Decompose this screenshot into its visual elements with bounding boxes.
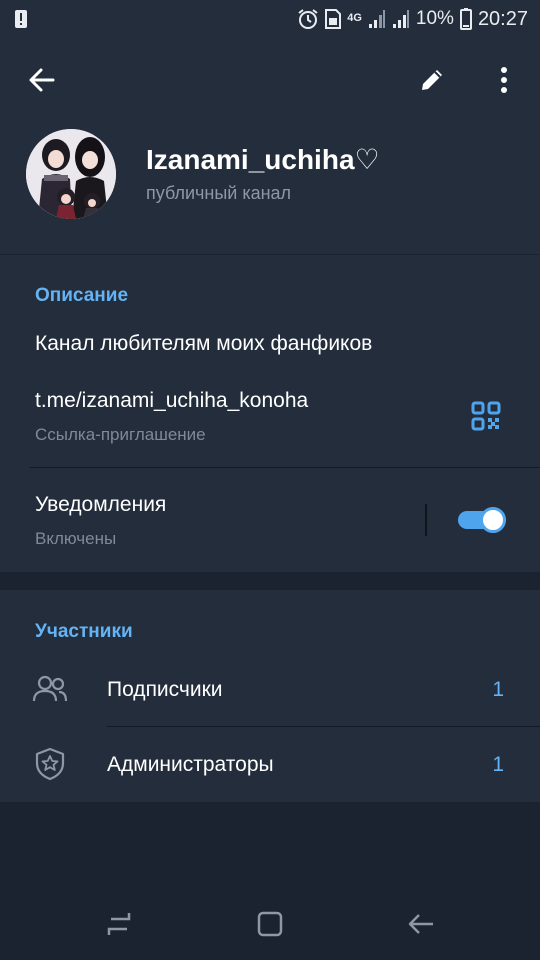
signal-icon-2 — [392, 9, 410, 29]
qr-code-icon — [471, 401, 501, 431]
channel-avatar[interactable] — [26, 129, 116, 219]
channel-header: Izanami_uchiha♡ публичный канал — [0, 38, 540, 254]
battery-icon — [459, 8, 472, 30]
recent-apps-icon — [107, 913, 131, 935]
administrators-label: Администраторы — [107, 753, 274, 776]
status-bar: 4G 10% 20:27 — [0, 0, 540, 38]
administrators-count: 1 — [492, 753, 504, 776]
signal-icon — [368, 9, 386, 29]
edit-button[interactable] — [410, 58, 454, 102]
shield-star-icon — [30, 744, 70, 784]
channel-title: Izanami_uchiha♡ — [146, 144, 380, 175]
battery-percent: 10% — [415, 8, 454, 29]
channel-type: публичный канал — [146, 183, 292, 203]
members-section: Участники Подписчики 1 Администраторы 1 — [0, 590, 540, 802]
toggle-knob — [480, 507, 506, 533]
back-button[interactable] — [20, 58, 64, 102]
toggle-separator — [425, 504, 427, 536]
description-text[interactable]: Канал любителям моих фанфиков — [35, 332, 372, 356]
warning-notification-icon — [14, 9, 28, 29]
clock: 20:27 — [477, 7, 528, 30]
arrow-left-icon — [408, 914, 433, 934]
qr-code-button[interactable] — [464, 394, 508, 438]
notifications-state: Включены — [35, 529, 117, 548]
avatar-image — [26, 129, 116, 219]
more-menu-button[interactable] — [482, 58, 526, 102]
info-section: Описание Канал любителям моих фанфиков t… — [0, 254, 540, 572]
screen: 4G 10% 20:27 Izanami_uchiha♡ публичный к… — [0, 0, 540, 960]
notifications-label[interactable]: Уведомления — [35, 493, 166, 517]
more-vertical-icon — [501, 67, 507, 93]
network-type: 4G — [347, 11, 362, 24]
people-icon — [30, 669, 70, 709]
subscribers-count: 1 — [492, 678, 504, 701]
alarm-icon — [297, 8, 319, 30]
system-back-button[interactable] — [401, 904, 441, 944]
subscribers-label: Подписчики — [107, 678, 223, 701]
sim-card-icon — [325, 9, 342, 29]
divider — [30, 467, 540, 468]
pencil-icon — [422, 70, 442, 90]
recent-apps-button[interactable] — [99, 904, 139, 944]
invite-link-caption: Ссылка-приглашение — [35, 425, 206, 444]
system-navigation-bar — [0, 880, 540, 960]
members-section-title: Участники — [35, 621, 133, 642]
notifications-toggle[interactable] — [456, 505, 508, 535]
home-icon — [257, 911, 283, 937]
arrow-left-icon — [29, 68, 55, 92]
invite-link[interactable]: t.me/izanami_uchiha_konoha — [35, 389, 308, 413]
description-section-title: Описание — [35, 285, 129, 306]
divider — [107, 726, 540, 727]
home-button[interactable] — [250, 904, 290, 944]
